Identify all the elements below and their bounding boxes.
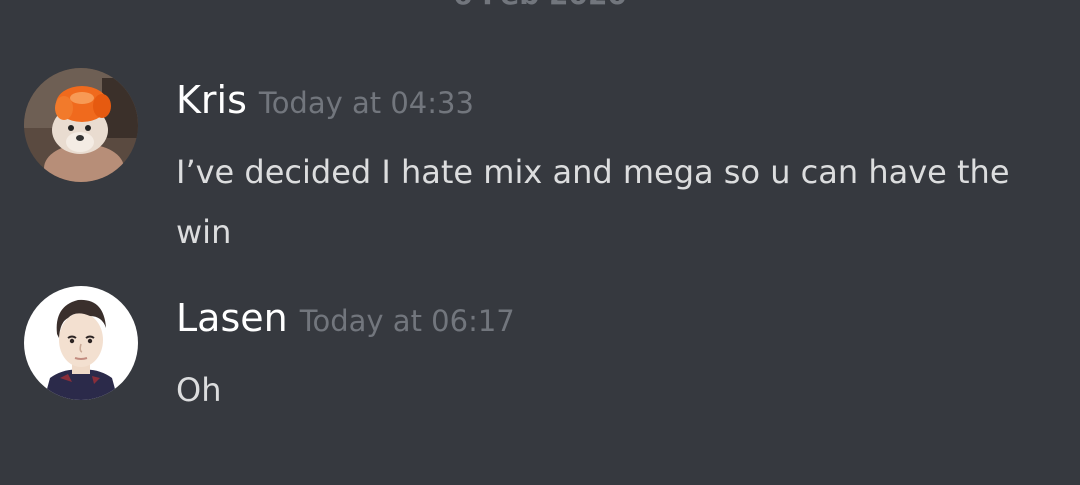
timestamp: Today at 06:17 [299, 304, 515, 338]
date-divider: 6 Feb 2020 [0, 0, 1080, 11]
cartoon-man-avatar-icon[interactable] [24, 286, 138, 400]
username[interactable]: Kris [176, 78, 247, 122]
username[interactable]: Lasen [176, 296, 288, 340]
timestamp: Today at 04:33 [258, 86, 474, 120]
message-content: I’ve decided I hate mix and mega so u ca… [176, 153, 1010, 251]
message-content: Oh [176, 371, 222, 409]
message-header: Lasen Today at 06:17 [176, 296, 515, 340]
message-header: Kris Today at 04:33 [176, 78, 474, 122]
chihuahua-avatar-icon[interactable] [24, 68, 138, 182]
